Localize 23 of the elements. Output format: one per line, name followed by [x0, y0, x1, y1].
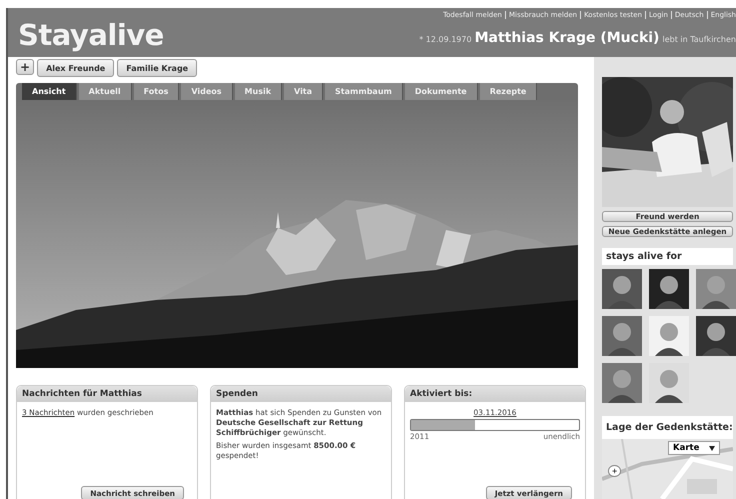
nav-tab[interactable]: Vita — [284, 83, 324, 100]
nav-tab[interactable]: Ansicht — [22, 83, 77, 100]
add-button[interactable]: + — [16, 59, 34, 75]
panel-title: Aktiviert bis: — [405, 386, 585, 402]
map-type-dropdown[interactable]: Karte — [668, 441, 720, 455]
caret-icon — [709, 446, 716, 450]
nav-tab[interactable]: Aktuell — [78, 83, 132, 100]
person-name: Matthias Krage (Mucki) — [474, 30, 660, 46]
nav-tab[interactable]: Rezepte — [480, 83, 538, 100]
nav-tab[interactable]: Musik — [234, 83, 282, 100]
group-tab[interactable]: Familie Krage — [117, 59, 198, 77]
panel-title: Spenden — [211, 386, 391, 402]
nav-tab[interactable]: Videos — [181, 83, 233, 100]
group-tab[interactable]: Alex Freunde — [37, 59, 114, 77]
site-logo[interactable]: Stayalive — [8, 8, 164, 57]
nav-tab[interactable]: Stammbaum — [325, 83, 403, 100]
section-title: Lage der Gedenkstätte: — [602, 416, 733, 439]
section-title: stays alive for — [602, 248, 733, 265]
panel-title: Nachrichten für Matthias — [17, 386, 197, 402]
birth-date: * 12.09.1970 — [419, 35, 472, 44]
nav-tab[interactable]: Fotos — [134, 83, 180, 100]
location-text: lebt in Taufkirchen — [662, 35, 736, 44]
nav-tab[interactable]: Dokumente — [404, 83, 478, 100]
